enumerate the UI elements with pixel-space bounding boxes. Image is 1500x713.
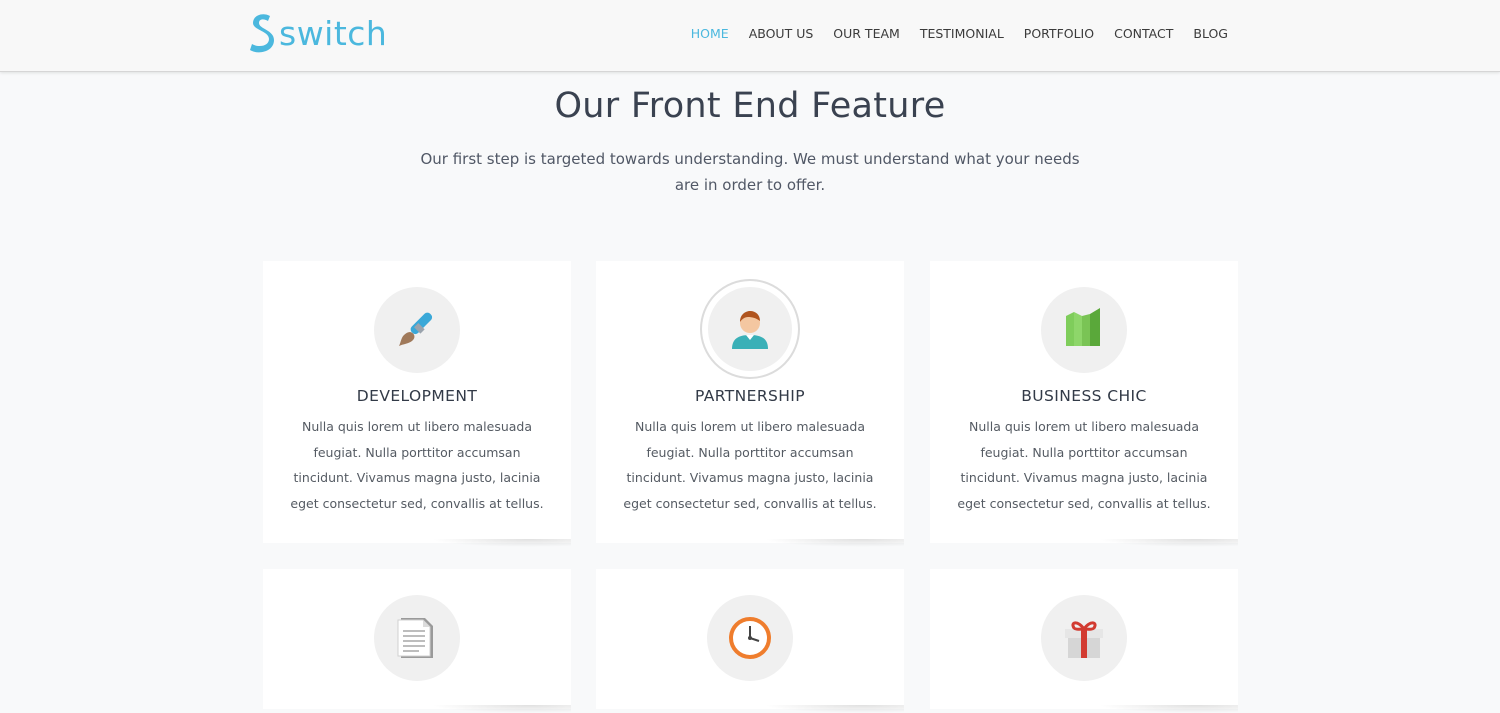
brand-name: switch bbox=[279, 13, 388, 53]
document-icon bbox=[374, 595, 460, 681]
nav-item-portfolio: PORTFOLIO bbox=[1024, 23, 1094, 42]
card-title: DEVELOPMENT bbox=[356, 387, 478, 405]
top-navbar: switch HOME ABOUT US OUR TEAM TESTIMONIA… bbox=[0, 0, 1500, 72]
feature-card-partnership: PARTNERSHIP Nulla quis lorem ut libero m… bbox=[596, 261, 904, 547]
clock-icon bbox=[707, 595, 793, 681]
feature-card-design bbox=[263, 569, 571, 713]
nav-item-home: HOME bbox=[691, 23, 729, 42]
nav-item-our-team: OUR TEAM bbox=[833, 23, 900, 42]
feature-card-business-chic: BUSINESS CHIC Nulla quis lorem ut libero… bbox=[930, 261, 1238, 547]
nav-link-blog[interactable]: BLOG bbox=[1193, 26, 1228, 41]
nav-link-testimonial[interactable]: TESTIMONIAL bbox=[920, 26, 1004, 41]
s-logo-icon bbox=[249, 13, 275, 53]
nav-item-about-us: ABOUT US bbox=[749, 23, 814, 42]
nav-item-contact: CONTACT bbox=[1114, 23, 1173, 42]
nav-item-testimonial: TESTIMONIAL bbox=[920, 23, 1004, 42]
section-subtitle: Our first step is targeted towards under… bbox=[420, 150, 1080, 194]
brand-logo-link[interactable]: switch bbox=[249, 12, 387, 54]
card-title: PARTNERSHIP bbox=[694, 387, 806, 405]
gift-icon bbox=[1041, 595, 1127, 681]
nav-link-our-team[interactable]: OUR TEAM bbox=[833, 26, 900, 41]
card-title: BUSINESS CHIC bbox=[1021, 387, 1147, 405]
feature-card-development: DEVELOPMENT Nulla quis lorem ut libero m… bbox=[263, 261, 571, 547]
nav-link-home[interactable]: HOME bbox=[691, 26, 729, 41]
feature-card-discovery bbox=[596, 569, 904, 713]
paintbrush-icon bbox=[374, 287, 460, 373]
main-nav-menu: HOME ABOUT US OUR TEAM TESTIMONIAL PORTF… bbox=[671, 23, 1228, 42]
nav-link-contact[interactable]: CONTACT bbox=[1114, 26, 1173, 41]
chart-blocks-icon bbox=[1041, 287, 1127, 373]
nav-link-about-us[interactable]: ABOUT US bbox=[749, 26, 814, 41]
card-text: Nulla quis lorem ut libero malesuada feu… bbox=[623, 419, 877, 512]
feature-card-web-development bbox=[930, 569, 1238, 713]
card-text: Nulla quis lorem ut libero malesuada feu… bbox=[290, 419, 544, 512]
nav-item-blog: BLOG bbox=[1193, 23, 1228, 42]
section-title: Our Front End Feature bbox=[554, 86, 946, 126]
card-text: Nulla quis lorem ut libero malesuada feu… bbox=[957, 419, 1211, 512]
nav-link-portfolio[interactable]: PORTFOLIO bbox=[1024, 26, 1094, 41]
person-icon bbox=[700, 279, 800, 379]
